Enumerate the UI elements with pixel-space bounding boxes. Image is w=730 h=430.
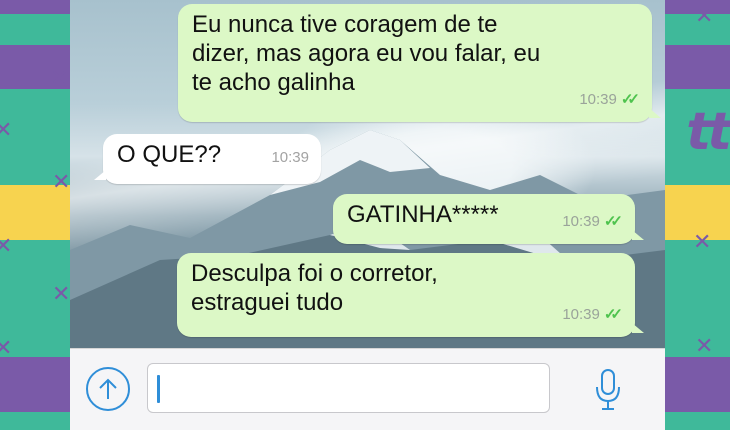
bubble-tail — [94, 170, 106, 180]
message-line: Eu nunca tive coragem de te — [192, 11, 498, 38]
message-input-bar — [70, 348, 665, 430]
upload-arrow-icon[interactable] — [86, 367, 130, 411]
incoming-message[interactable]: O QUE?? 10:39 — [94, 134, 321, 184]
read-double-check-icon: ✓✓ — [603, 213, 623, 230]
microphone-icon[interactable] — [593, 367, 623, 413]
bubble-tail — [632, 230, 644, 240]
chat-conversation[interactable]: Eu nunca tive coragem de te dizer, mas a… — [70, 0, 665, 348]
outgoing-message[interactable]: Eu nunca tive coragem de te dizer, mas a… — [178, 4, 661, 122]
left-decoration-panel: ✕ ✕ ✕ ✕ ✕ ✕ — [0, 0, 70, 430]
decorative-text: tt — [686, 102, 730, 162]
message-text: Desculpa foi o corretor, estraguei tudo — [191, 259, 621, 317]
x-mark-icon: ✕ — [0, 234, 13, 259]
x-mark-icon: ✕ — [0, 336, 13, 361]
x-mark-icon: ✕ — [52, 282, 71, 307]
bubble-tail — [632, 323, 644, 333]
message-time: 10:39 — [562, 213, 600, 230]
message-time: 10:39 — [579, 91, 617, 108]
outgoing-message[interactable]: Desculpa foi o corretor, estraguei tudo … — [177, 253, 644, 337]
message-meta: 10:39 ✓✓ — [562, 207, 623, 236]
text-caret — [157, 375, 160, 403]
x-mark-icon: ✕ — [52, 170, 71, 195]
message-meta: 10:39 ✓✓ — [579, 85, 640, 114]
message-line: estraguei tudo — [191, 289, 344, 316]
outgoing-message[interactable]: GATINHA***** 10:39 ✓✓ — [333, 194, 644, 244]
message-time: 10:39 — [271, 149, 309, 166]
read-double-check-icon: ✓✓ — [603, 306, 623, 323]
x-mark-icon: ✕ — [50, 66, 69, 91]
x-mark-icon: ✕ — [693, 230, 712, 255]
x-mark-icon: ✕ — [695, 334, 714, 359]
read-double-check-icon: ✓✓ — [620, 91, 640, 108]
message-time: 10:39 — [562, 306, 600, 323]
message-line: te acho galinha — [192, 69, 355, 96]
message-line: Desculpa foi o corretor, — [191, 260, 438, 287]
x-mark-icon: ✕ — [0, 118, 13, 143]
right-decoration-panel: tt ✕ ✕ ✕ — [665, 0, 730, 430]
message-line: dizer, mas agora eu vou falar, eu — [192, 40, 541, 67]
message-meta: 10:39 — [271, 143, 309, 172]
x-mark-icon: ✕ — [695, 4, 714, 29]
bubble-tail — [649, 108, 661, 118]
message-text: Eu nunca tive coragem de te dizer, mas a… — [192, 10, 638, 97]
message-input[interactable] — [147, 363, 550, 413]
arrow-up-icon — [99, 378, 117, 399]
message-meta: 10:39 ✓✓ — [562, 300, 623, 329]
